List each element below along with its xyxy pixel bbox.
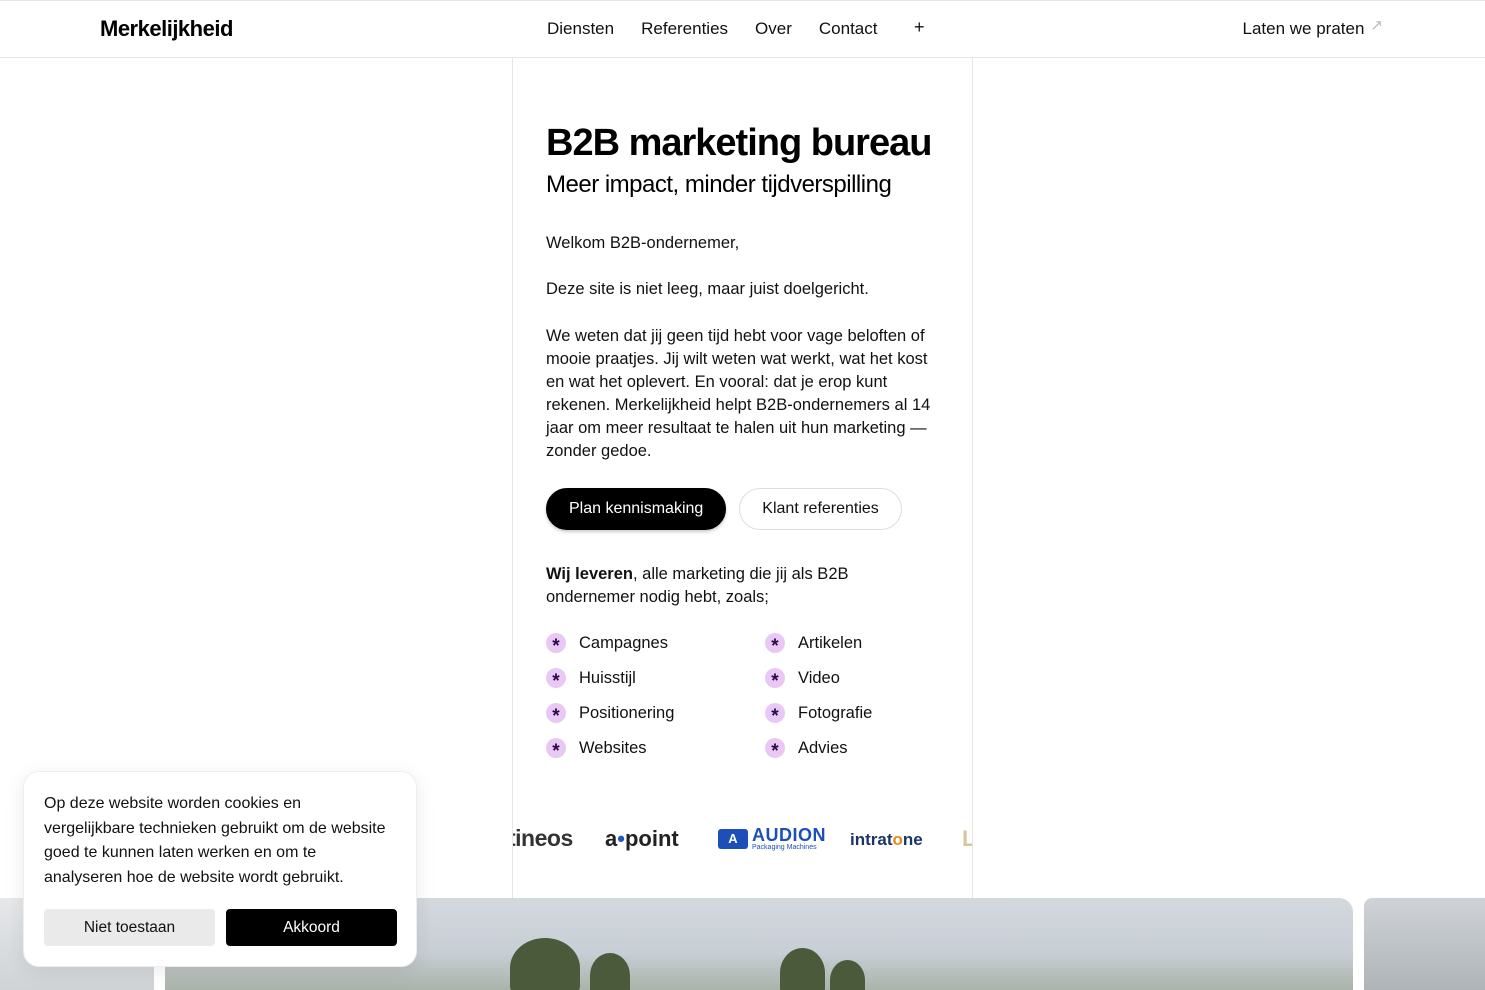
apoint-dot: •: [617, 826, 625, 851]
site-logo[interactable]: Merkelijkheid: [100, 16, 233, 42]
asterisk-icon: *: [765, 738, 785, 761]
service-label: Fotografie: [798, 703, 873, 722]
service-label: Websites: [579, 738, 647, 757]
photo-tree: [510, 938, 580, 990]
talk-cta-link[interactable]: Laten we praten ↗: [1242, 17, 1384, 39]
client-logo-partial: L: [962, 826, 972, 851]
service-item: * Websites: [546, 736, 765, 761]
client-logo-apoint: a•point: [605, 826, 679, 852]
nav-more-button[interactable]: +: [914, 17, 925, 38]
nav-referenties[interactable]: Referenties: [641, 19, 728, 39]
cookie-text: Op deze website worden cookies en vergel…: [44, 795, 386, 886]
audion-sub: Packaging Machines: [752, 844, 817, 851]
service-item: * Fotografie: [765, 701, 945, 726]
service-item: * Positionering: [546, 701, 765, 726]
cookie-deny-button[interactable]: Niet toestaan: [44, 909, 215, 946]
services-list: * Campagnes * Artikelen * Huisstijl * Video …: [546, 631, 941, 761]
talk-cta-label: Laten we praten: [1242, 19, 1365, 38]
divider-left: [512, 0, 513, 898]
intro-text: Deze site is niet leeg, maar juist doelg…: [546, 280, 869, 298]
page-subtitle: Meer impact, minder tijdverspilling: [546, 171, 892, 198]
hero-buttons: Plan kennismaking Klant referenties: [546, 488, 941, 530]
divider-right: [972, 0, 973, 898]
asterisk-icon: *: [765, 703, 785, 726]
apoint-a: a: [605, 826, 618, 851]
service-item: * Artikelen: [765, 631, 945, 656]
plan-meeting-button[interactable]: Plan kennismaking: [546, 488, 727, 530]
asterisk-icon: *: [546, 703, 566, 726]
nav-contact[interactable]: Contact: [819, 19, 878, 39]
apoint-b: point: [624, 826, 679, 851]
service-label: Campagnes: [579, 633, 668, 652]
service-item: * Advies: [765, 736, 945, 761]
intra-b: ne: [902, 830, 923, 849]
carousel-photo-next[interactable]: [1364, 898, 1485, 990]
service-item: * Huisstijl: [546, 666, 765, 691]
service-label: Video: [798, 668, 840, 687]
site-header: Merkelijkheid Diensten Referenties Over …: [0, 0, 1485, 58]
client-references-button[interactable]: Klant referenties: [739, 488, 902, 530]
hero-content: B2B marketing bureau Meer impact, minder…: [546, 120, 941, 761]
photo-tree: [830, 960, 865, 990]
photo-tree: [780, 948, 825, 990]
client-logo-tineos: tineos: [513, 825, 573, 851]
service-label: Huisstijl: [579, 668, 636, 687]
arrow-up-right-icon: ↗: [1370, 17, 1383, 34]
audion-text: AUDION Packaging Machines: [752, 826, 826, 851]
cookie-accept-button[interactable]: Akkoord: [226, 909, 397, 946]
service-label: Positionering: [579, 703, 675, 722]
audion-mark: A: [718, 828, 748, 849]
asterisk-icon: *: [765, 633, 785, 656]
service-item: * Video: [765, 666, 945, 691]
cookie-banner: Op deze website worden cookies en vergel…: [23, 771, 417, 967]
nav-diensten[interactable]: Diensten: [547, 19, 614, 39]
asterisk-icon: *: [546, 668, 566, 691]
nav-over[interactable]: Over: [755, 19, 792, 39]
photo-tree: [590, 953, 630, 990]
client-logos-strip: tineos a•point A AUDION Packaging Machin…: [513, 818, 972, 862]
service-label: Advies: [798, 738, 848, 757]
intra-a: intrat: [850, 830, 893, 849]
service-label: Artikelen: [798, 633, 863, 652]
services-lead-bold: Wij leveren: [546, 565, 633, 583]
body-text: We weten dat jij geen tijd hebt voor vag…: [546, 327, 931, 460]
intra-o: o: [892, 830, 903, 849]
cookie-buttons: Niet toestaan Akkoord: [44, 909, 397, 946]
greeting-text: Welkom B2B-ondernemer,: [546, 234, 740, 252]
page-title: B2B marketing bureau: [546, 122, 932, 164]
service-item: * Campagnes: [546, 631, 765, 656]
audion-name: AUDION: [752, 825, 826, 845]
asterisk-icon: *: [765, 668, 785, 691]
main-nav: Diensten Referenties Over Contact: [547, 19, 904, 39]
asterisk-icon: *: [546, 633, 566, 656]
client-logo-audion: A AUDION Packaging Machines: [718, 826, 826, 851]
asterisk-icon: *: [546, 738, 566, 761]
services-lead: Wij leveren, alle marketing die jij als …: [546, 563, 941, 609]
client-logo-intratone: intratone: [850, 830, 923, 850]
